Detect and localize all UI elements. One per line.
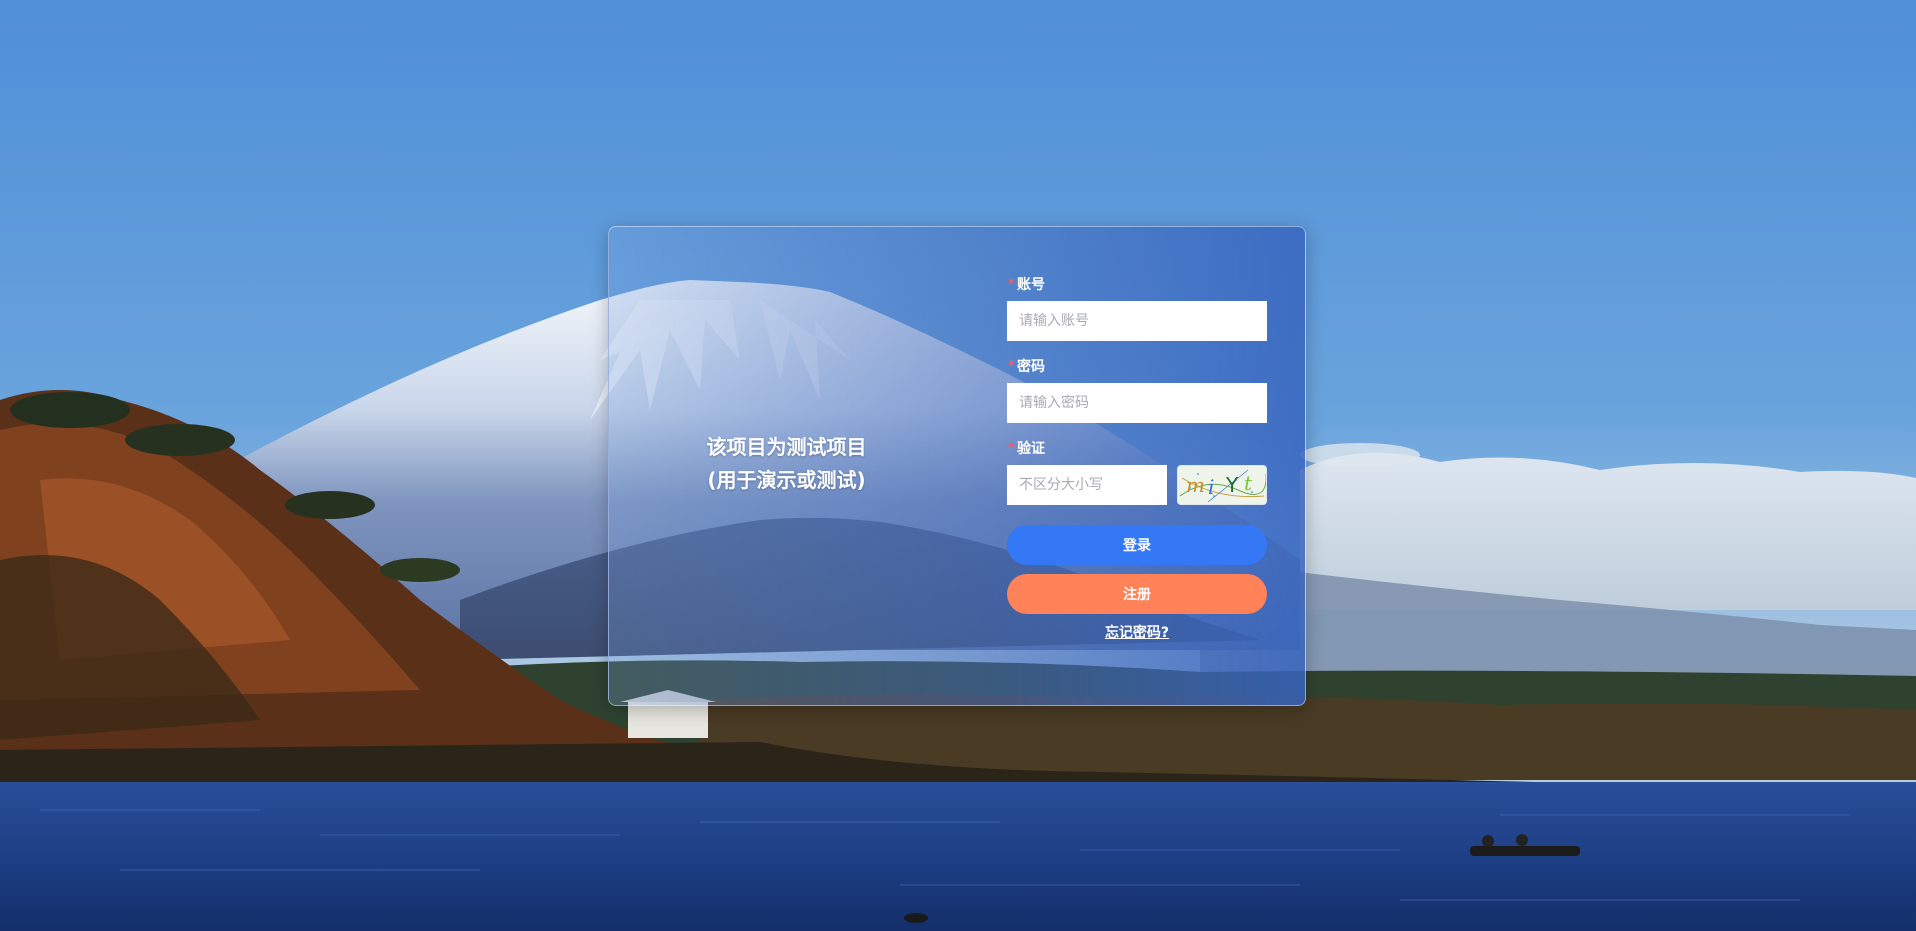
captcha-char: t (1244, 471, 1253, 495)
captcha-label-text: 验证 (1017, 441, 1045, 457)
forgot-password-link[interactable]: 忘记密码? (1007, 622, 1267, 642)
captcha-input[interactable] (1007, 465, 1167, 505)
account-input[interactable] (1007, 301, 1267, 341)
captcha-char: m (1186, 473, 1205, 497)
captcha-label: * 验证 (1007, 439, 1269, 459)
captcha-char: Y (1225, 473, 1239, 497)
captcha-image[interactable]: m i Y t (1177, 465, 1267, 505)
required-mark: * (1008, 359, 1015, 374)
password-label-text: 密码 (1017, 359, 1045, 375)
project-notice: 该项目为测试项目 (用于演示或测试) (669, 431, 904, 497)
password-label: * 密码 (1007, 357, 1269, 377)
notice-line-2: (用于演示或测试) (707, 468, 866, 492)
register-button[interactable]: 注册 (1007, 574, 1267, 614)
captcha-row: m i Y t (1007, 465, 1267, 505)
required-mark: * (1008, 441, 1015, 456)
login-button[interactable]: 登录 (1007, 525, 1267, 565)
login-form: * 账号 * 密码 * 验证 (1007, 275, 1269, 642)
login-card: 该项目为测试项目 (用于演示或测试) * 账号 * 密码 * 验证 (608, 226, 1306, 706)
required-mark: * (1008, 277, 1015, 292)
account-label-text: 账号 (1017, 277, 1045, 293)
account-label: * 账号 (1007, 275, 1269, 295)
notice-line-1: 该项目为测试项目 (706, 435, 867, 459)
captcha-char: i (1208, 475, 1214, 499)
password-input[interactable] (1007, 383, 1267, 423)
